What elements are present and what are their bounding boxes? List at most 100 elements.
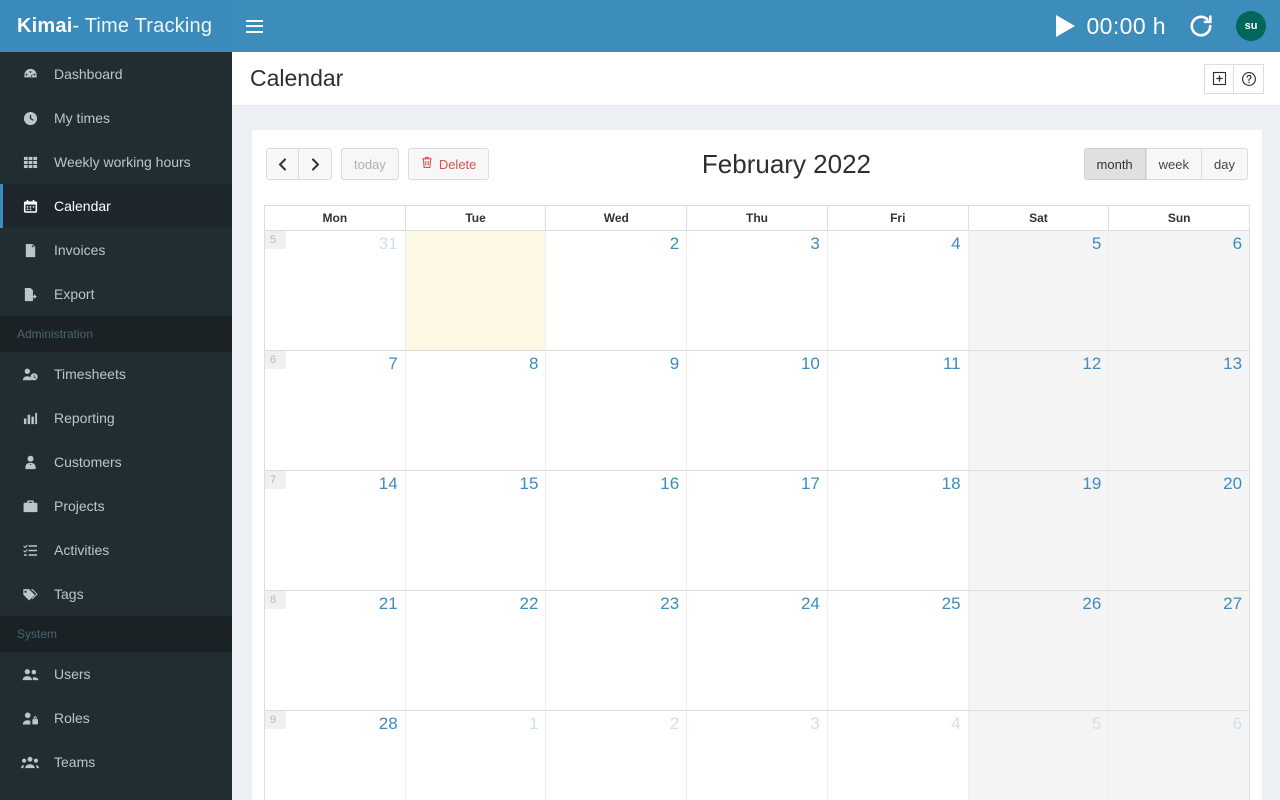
- calendar-day-cell[interactable]: 22: [405, 591, 547, 710]
- sidebar-item-label: Projects: [54, 498, 105, 514]
- calendar-day-cell[interactable]: 23: [546, 591, 688, 710]
- calendar-day-cell[interactable]: 3: [687, 231, 828, 350]
- calendar-day-cell[interactable]: 5: [968, 231, 1110, 350]
- sidebar-item-invoices[interactable]: Invoices: [0, 228, 232, 272]
- calendar-day-cell[interactable]: 20: [1109, 471, 1250, 590]
- week-number[interactable]: 6: [265, 351, 286, 369]
- calendar-day-cell[interactable]: 7: [265, 351, 406, 470]
- week-number[interactable]: 9: [265, 711, 286, 729]
- plus-square-icon[interactable]: [1204, 63, 1234, 94]
- calendar-day-cell[interactable]: 10: [687, 351, 828, 470]
- calendar-day-cell[interactable]: 15: [405, 471, 547, 590]
- sidebar-item-timesheets[interactable]: Timesheets: [0, 352, 232, 396]
- day-header-fri: Fri: [827, 206, 969, 230]
- calendar-day-cell[interactable]: 17: [687, 471, 828, 590]
- sidebar-item-users[interactable]: Users: [0, 652, 232, 696]
- sidebar-item-dashboard[interactable]: Dashboard: [0, 52, 232, 96]
- calendar-day-cell[interactable]: 27: [1109, 591, 1250, 710]
- calendar-day-cell[interactable]: 1: [405, 711, 547, 800]
- sidebar-item-teams[interactable]: Teams: [0, 740, 232, 784]
- view-button-week[interactable]: week: [1145, 148, 1203, 180]
- calendar-day-cell[interactable]: 4: [827, 231, 969, 350]
- sidebar-item-label: Timesheets: [54, 366, 126, 382]
- sidebar-item-export[interactable]: Export: [0, 272, 232, 316]
- day-number: 6: [1232, 234, 1243, 253]
- calendar-day-cell[interactable]: 4: [827, 711, 969, 800]
- sidebar-item-label: Users: [54, 666, 91, 682]
- sidebar-item-label: My times: [54, 110, 110, 126]
- sidebar-item-label: Roles: [54, 710, 90, 726]
- timer-value: 00:00 h: [1086, 12, 1166, 39]
- sidebar-item-weekly-working-hours[interactable]: Weekly working hours: [0, 140, 232, 184]
- week-number[interactable]: 8: [265, 591, 286, 609]
- sidebar-item-label: Dashboard: [54, 66, 123, 82]
- sidebar-item-projects[interactable]: Projects: [0, 484, 232, 528]
- week-number[interactable]: 7: [265, 471, 286, 489]
- sidebar-section-system: System: [0, 616, 232, 652]
- view-button-day[interactable]: day: [1202, 148, 1248, 180]
- view-switcher: month week day: [1083, 148, 1248, 180]
- calendar-day-cell[interactable]: 26: [968, 591, 1110, 710]
- calendar-day-cell[interactable]: 2: [546, 711, 688, 800]
- view-button-month[interactable]: month: [1083, 148, 1146, 180]
- calendar-day-cell[interactable]: 3: [687, 711, 828, 800]
- calendar-day-cell[interactable]: 19: [968, 471, 1110, 590]
- sidebar-item-label: Tags: [54, 586, 84, 602]
- calendar-day-cell[interactable]: 31: [265, 231, 406, 350]
- calendar-day-cell[interactable]: 1: [405, 231, 547, 350]
- calendar-day-cell[interactable]: 6: [1109, 711, 1250, 800]
- chevron-left-icon[interactable]: [266, 148, 299, 180]
- sidebar-item-reporting[interactable]: Reporting: [0, 396, 232, 440]
- list-icon: [20, 543, 40, 558]
- day-number: 4: [951, 234, 961, 253]
- calendar-day-cell[interactable]: 24: [687, 591, 828, 710]
- calendar-day-cell[interactable]: 14: [265, 471, 406, 590]
- day-number: 27: [1223, 594, 1243, 613]
- day-header-sun: Sun: [1109, 206, 1250, 230]
- question-circle-icon[interactable]: [1234, 63, 1264, 94]
- sidebar-item-customers[interactable]: Customers: [0, 440, 232, 484]
- week-number[interactable]: 5: [265, 231, 286, 249]
- calendar-day-cell[interactable]: 5: [968, 711, 1110, 800]
- sidebar-item-label: Reporting: [54, 410, 115, 426]
- sidebar-item-roles[interactable]: Roles: [0, 696, 232, 740]
- sidebar-item-my-times[interactable]: My times: [0, 96, 232, 140]
- calendar-day-cell[interactable]: 13: [1109, 351, 1250, 470]
- tag-icon: [20, 587, 40, 602]
- top-header: Kimai - Time Tracking 00:00 h su: [0, 0, 1280, 52]
- calendar-day-cell[interactable]: 8: [405, 351, 547, 470]
- day-number: 20: [1223, 474, 1243, 493]
- play-icon[interactable]: [1056, 15, 1076, 37]
- briefcase-icon: [20, 499, 40, 514]
- calendar-day-cell[interactable]: 28: [265, 711, 406, 800]
- toolbar-left: today Delete: [266, 148, 490, 180]
- day-header-tue: Tue: [405, 206, 547, 230]
- calendar-day-cell[interactable]: 21: [265, 591, 406, 710]
- sidebar-item-activities[interactable]: Activities: [0, 528, 232, 572]
- delete-button[interactable]: Delete: [407, 148, 490, 180]
- calendar-week-row: 6 7 8 9 10 11 12 13: [265, 350, 1250, 470]
- calendar-week-row: 9 28 1 2 3 4 5 6: [265, 710, 1250, 800]
- calendar-day-cell[interactable]: 9: [546, 351, 688, 470]
- calendar-toolbar: today Delete February 2022 month week da…: [264, 147, 1250, 181]
- hamburger-icon[interactable]: [232, 0, 277, 52]
- calendar-day-cell[interactable]: 2: [546, 231, 688, 350]
- sidebar-item-label: Teams: [54, 754, 96, 770]
- today-button[interactable]: today: [341, 148, 399, 180]
- sidebar-item-tags[interactable]: Tags: [0, 572, 232, 616]
- refresh-icon[interactable]: [1188, 13, 1214, 39]
- timer-widget[interactable]: 00:00 h: [1056, 13, 1166, 40]
- sidebar-item-label: Calendar: [54, 198, 111, 214]
- calendar-day-cell[interactable]: 18: [827, 471, 969, 590]
- calendar-day-cell[interactable]: 16: [546, 471, 688, 590]
- chevron-right-icon[interactable]: [299, 148, 332, 180]
- calendar-day-cell[interactable]: 25: [827, 591, 969, 710]
- app-logo[interactable]: Kimai - Time Tracking: [0, 0, 232, 52]
- calendar-day-cell[interactable]: 6: [1109, 231, 1250, 350]
- sidebar-item-calendar[interactable]: Calendar: [0, 184, 232, 228]
- avatar[interactable]: su: [1236, 11, 1266, 41]
- calendar-day-cell[interactable]: 11: [827, 351, 969, 470]
- bar-chart-icon: [20, 411, 40, 426]
- nav-button-group: [266, 148, 332, 180]
- calendar-day-cell[interactable]: 12: [968, 351, 1110, 470]
